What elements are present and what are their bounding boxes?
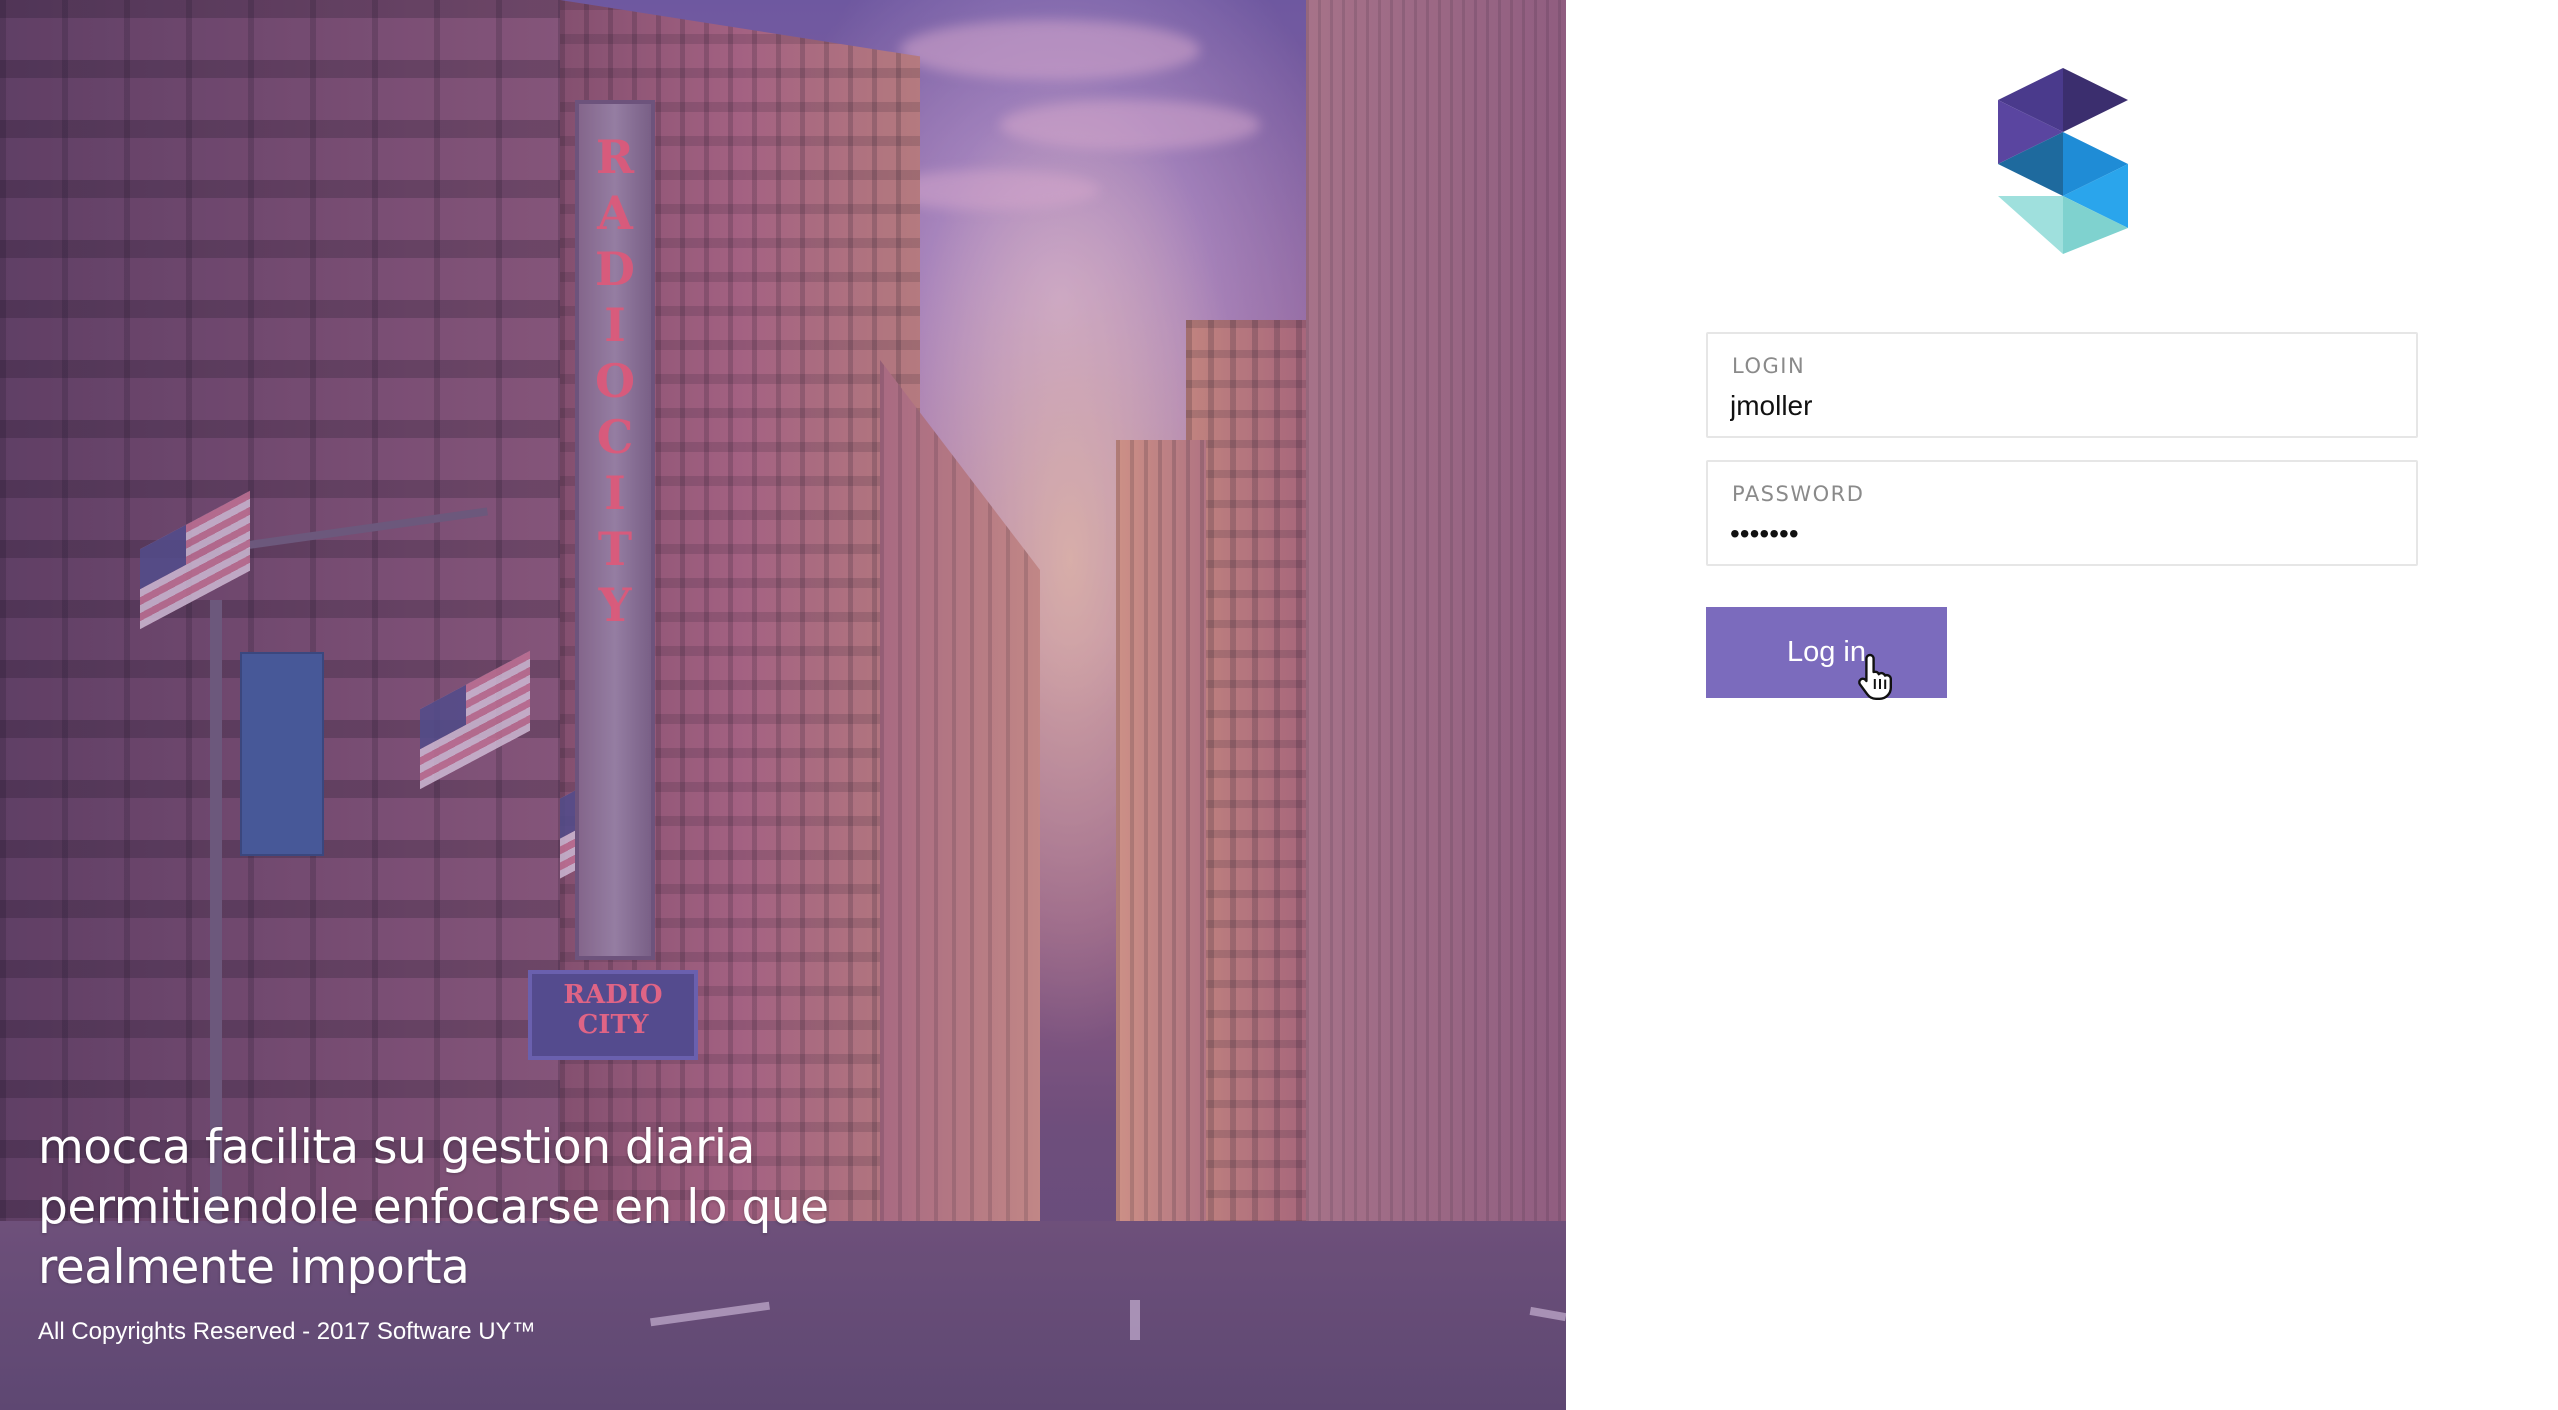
mocca-logo-icon: [1998, 68, 2128, 254]
logo-facet: [1998, 196, 2063, 254]
hero-panel: R A D I O C I T Y RADIO CITY mocca facil…: [0, 0, 1566, 1410]
password-input[interactable]: [1730, 514, 2390, 554]
login-panel: LOGIN PASSWORD Log in: [1566, 0, 2558, 1410]
logo-facet: [2063, 68, 2128, 132]
login-input[interactable]: [1730, 386, 2390, 426]
login-button[interactable]: Log in: [1706, 607, 1947, 698]
hero-tagline: mocca facilita su gestion diaria permiti…: [38, 1120, 829, 1295]
password-label: PASSWORD: [1732, 482, 1865, 506]
login-label: LOGIN: [1732, 354, 1806, 378]
copyright-text: All Copyrights Reserved - 2017 Software …: [38, 1318, 536, 1345]
login-page: R A D I O C I T Y RADIO CITY mocca facil…: [0, 0, 2558, 1410]
hand-pointer-icon: [1858, 653, 1892, 700]
password-field[interactable]: PASSWORD: [1706, 460, 2418, 566]
login-field[interactable]: LOGIN: [1706, 332, 2418, 438]
